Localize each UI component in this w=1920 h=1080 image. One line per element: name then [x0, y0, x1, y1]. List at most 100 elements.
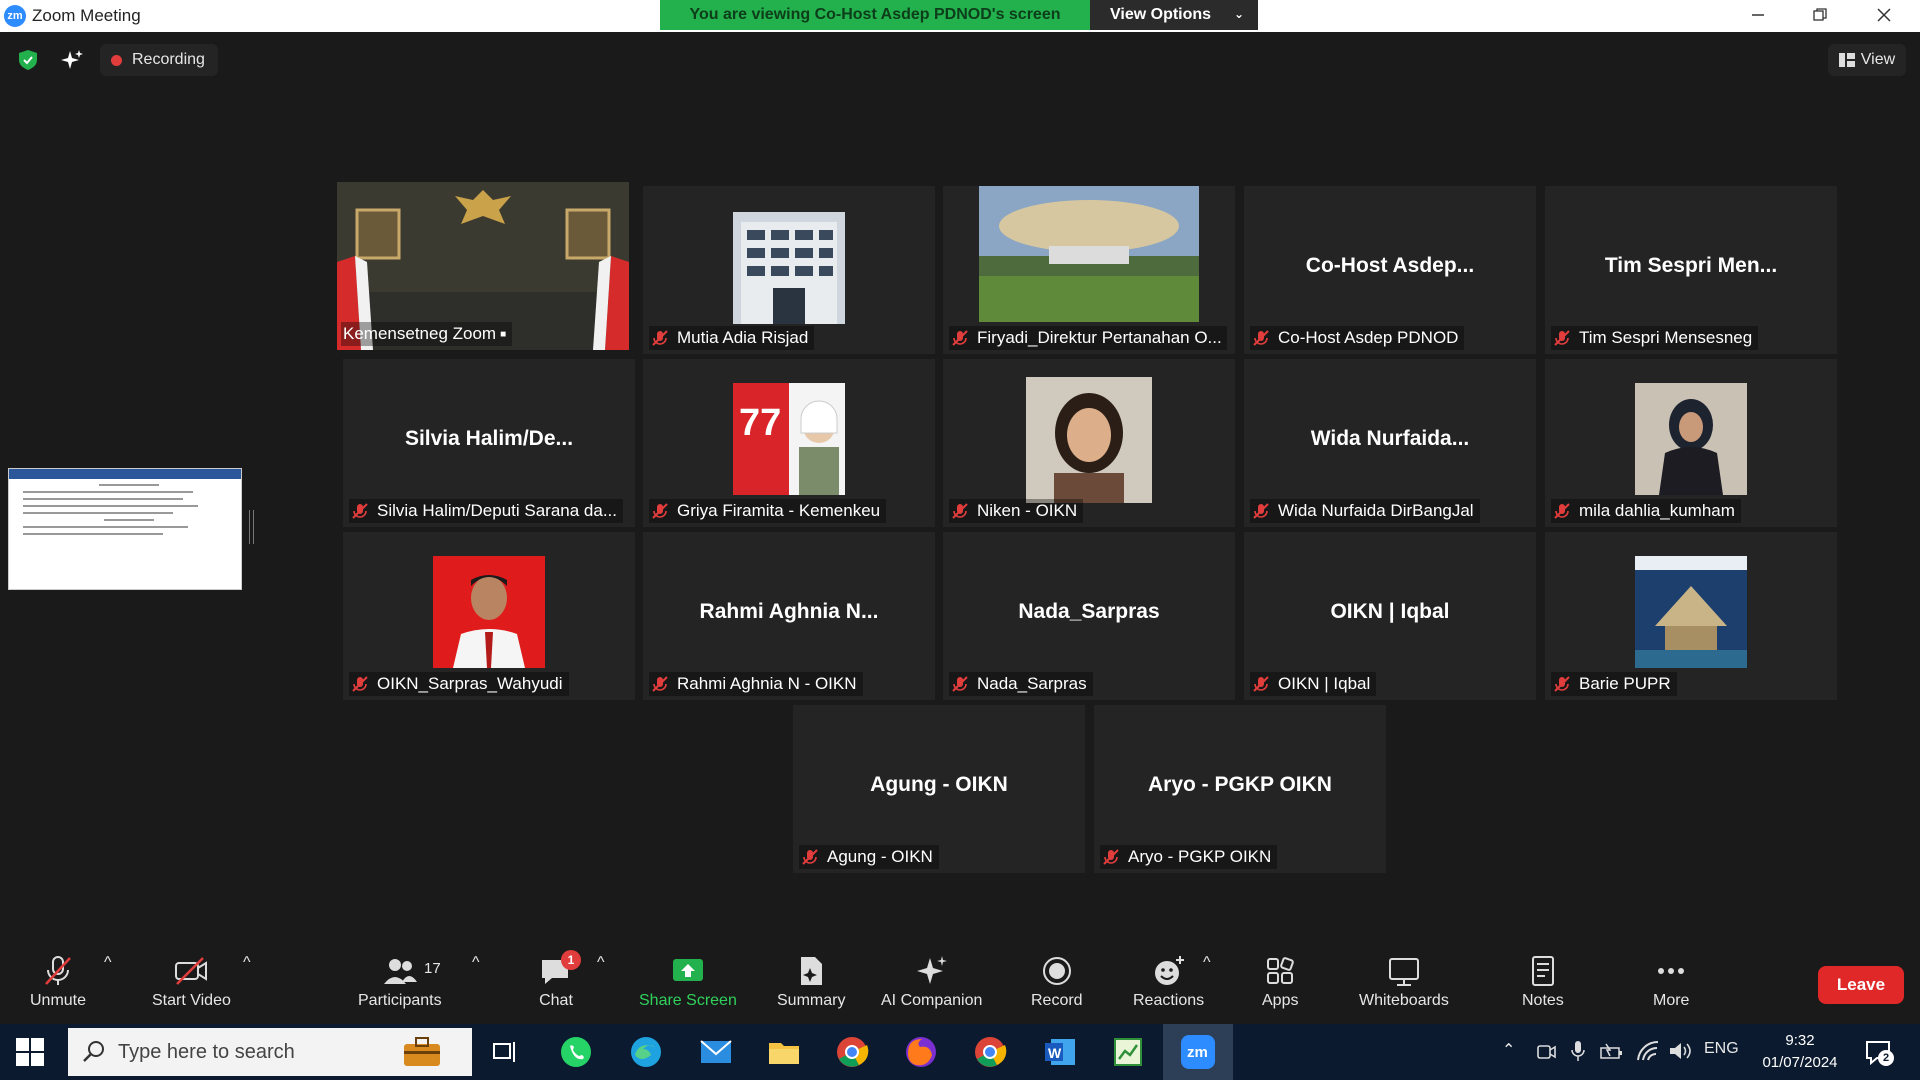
volume-icon[interactable]: [1668, 1040, 1692, 1062]
briefcase-icon[interactable]: [402, 1036, 442, 1068]
chrome-icon[interactable]: [834, 1034, 870, 1070]
firefox-icon[interactable]: [903, 1034, 939, 1070]
reactions-button[interactable]: Reactions: [1133, 954, 1204, 1010]
participants-caret-icon[interactable]: ^: [472, 954, 480, 972]
ai-sparkle-icon: [916, 956, 947, 984]
whiteboards-button[interactable]: Whiteboards: [1359, 954, 1449, 1010]
participant-display-name: OIKN | Iqbal: [1330, 600, 1450, 623]
video-tile-silvia[interactable]: Silvia Halim/De... Silvia Halim/Deputi S…: [343, 359, 635, 527]
video-tile-wida[interactable]: Wida Nurfaida... Wida Nurfaida DirBangJa…: [1244, 359, 1536, 527]
participant-name-tag: Aryo - PGKP OIKN: [1100, 845, 1278, 869]
video-tile-firyadi[interactable]: Firyadi_Direktur Pertanahan O...: [943, 186, 1235, 354]
apps-button[interactable]: Apps: [1262, 954, 1298, 1010]
participant-name-tag: Tim Sespri Mensesneg: [1551, 326, 1759, 350]
spreadsheet-icon[interactable]: [1110, 1034, 1146, 1070]
share-screen-button[interactable]: Share Screen: [639, 954, 737, 1010]
portrait-woman-image: [1026, 377, 1152, 503]
participant-name-tag: Wida Nurfaida DirBangJal: [1250, 499, 1480, 523]
ai-companion-button[interactable]: AI Companion: [881, 954, 982, 1010]
sparkle-icon[interactable]: [58, 48, 86, 72]
video-tile-griya[interactable]: 77 Griya Firamita - Kemenkeu: [643, 359, 935, 527]
show-hidden-icons-chevron-icon[interactable]: ⌃: [1502, 1040, 1515, 1060]
video-tile-co-host[interactable]: Co-Host Asdep... Co-Host Asdep PDNOD: [1244, 186, 1536, 354]
close-icon[interactable]: [1861, 0, 1907, 30]
chevron-down-icon: ⌄: [1233, 7, 1244, 21]
muted-mic-icon: [652, 676, 668, 692]
muted-mic-icon: [1554, 676, 1570, 692]
participant-name-tag: OIKN | Iqbal: [1250, 672, 1377, 696]
windows-start-icon[interactable]: [16, 1038, 44, 1066]
viewing-screen-banner: You are viewing Co-Host Asdep PDNOD's sc…: [660, 0, 1090, 30]
zoom-app-icon[interactable]: zm: [1180, 1034, 1216, 1070]
video-tile-nada[interactable]: Nada_Sarpras Nada_Sarpras: [943, 532, 1235, 700]
video-tile-tim-sespri[interactable]: Tim Sespri Men... Tim Sespri Mensesneg: [1545, 186, 1837, 354]
summary-button[interactable]: Summary: [777, 954, 845, 1010]
video-tile-iqbal[interactable]: OIKN | Iqbal OIKN | Iqbal: [1244, 532, 1536, 700]
muted-mic-icon: [1554, 330, 1570, 346]
video-tile-mutia[interactable]: Mutia Adia Risjad: [643, 186, 935, 354]
wifi-icon[interactable]: [1636, 1040, 1660, 1062]
view-button[interactable]: View: [1828, 44, 1906, 76]
whatsapp-icon[interactable]: [558, 1034, 594, 1070]
meeting-toolbar: Unmute ^ Start Video ^ Participants 17 ^…: [0, 946, 1920, 1024]
mic-muted-icon: [45, 956, 71, 985]
microphone-tray-icon[interactable]: [1570, 1040, 1586, 1062]
mail-icon[interactable]: [698, 1034, 734, 1070]
reactions-caret-icon[interactable]: ^: [1203, 954, 1211, 972]
view-options-label: View Options: [1110, 6, 1212, 23]
shield-icon[interactable]: [14, 48, 42, 72]
building-image: [733, 212, 845, 324]
meet-now-icon[interactable]: [1536, 1042, 1556, 1062]
video-tile-niken[interactable]: Niken - OIKN: [943, 359, 1235, 527]
notifications-button[interactable]: 2: [1864, 1038, 1894, 1068]
landscape-image: [979, 186, 1199, 322]
record-button[interactable]: Record: [1031, 954, 1083, 1010]
zoom-logo-icon: zm: [4, 5, 26, 27]
file-explorer-icon[interactable]: [766, 1034, 802, 1070]
share-screen-icon: [672, 959, 703, 981]
chat-caret-icon[interactable]: ^: [597, 954, 605, 972]
battery-icon[interactable]: [1600, 1042, 1624, 1062]
shared-screen-thumbnail[interactable]: [8, 468, 242, 590]
svg-text:77: 77: [739, 402, 781, 444]
video-tile-mila[interactable]: mila dahlia_kumham: [1545, 359, 1837, 527]
unmute-button[interactable]: Unmute: [30, 954, 86, 1010]
video-options-caret-icon[interactable]: ^: [243, 954, 251, 972]
muted-mic-icon: [652, 330, 668, 346]
search-icon: [83, 1041, 104, 1062]
thumbnail-resize-handle[interactable]: [249, 510, 254, 544]
leave-button[interactable]: Leave: [1818, 966, 1904, 1004]
view-label: View: [1860, 51, 1896, 68]
chrome-profile-icon[interactable]: [972, 1034, 1008, 1070]
edge-icon[interactable]: [628, 1034, 664, 1070]
recording-indicator[interactable]: Recording: [100, 44, 218, 76]
task-view-icon[interactable]: [488, 1034, 524, 1070]
start-video-button[interactable]: Start Video: [152, 954, 231, 1010]
notes-button[interactable]: Notes: [1522, 954, 1564, 1010]
portrait-hijab-image: [1635, 383, 1747, 495]
participant-display-name: Silvia Halim/De...: [404, 427, 574, 450]
video-tile-barie[interactable]: Barie PUPR: [1545, 532, 1837, 700]
language-indicator[interactable]: ENG: [1704, 1040, 1739, 1058]
muted-mic-icon: [1253, 503, 1269, 519]
video-tile-agung[interactable]: Agung - OIKN Agung - OIKN: [793, 705, 1085, 873]
restore-icon[interactable]: [1797, 0, 1843, 30]
minimize-icon[interactable]: [1735, 0, 1781, 30]
notes-icon: [1531, 956, 1554, 986]
video-tile-kemensetneg[interactable]: Kemensetneg Zoom ■: [337, 182, 629, 350]
summary-icon: [801, 957, 823, 985]
participant-name-tag: Mutia Adia Risjad: [649, 326, 815, 350]
video-tile-wahyudi[interactable]: OIKN_Sarpras_Wahyudi: [343, 532, 635, 700]
video-tile-aryo[interactable]: Aryo - PGKP OIKN Aryo - PGKP OIKN: [1094, 705, 1386, 873]
participant-name-tag: Niken - OIKN: [949, 499, 1084, 523]
video-tile-rahmi[interactable]: Rahmi Aghnia N... Rahmi Aghnia N - OIKN: [643, 532, 935, 700]
view-options-button[interactable]: View Options ⌄: [1090, 0, 1258, 30]
taskbar-search-box[interactable]: Type here to search: [68, 1028, 472, 1076]
windows-taskbar: Type here to search W zm ⌃ ENG 9:32 01/0…: [0, 1024, 1920, 1080]
chat-unread-badge: 1: [561, 950, 581, 970]
more-dots-icon: [1658, 968, 1685, 974]
word-icon[interactable]: W: [1042, 1034, 1078, 1070]
more-button[interactable]: More: [1653, 954, 1689, 1010]
audio-options-caret-icon[interactable]: ^: [104, 954, 112, 972]
taskbar-clock[interactable]: 9:32 01/07/2024: [1752, 1030, 1848, 1074]
